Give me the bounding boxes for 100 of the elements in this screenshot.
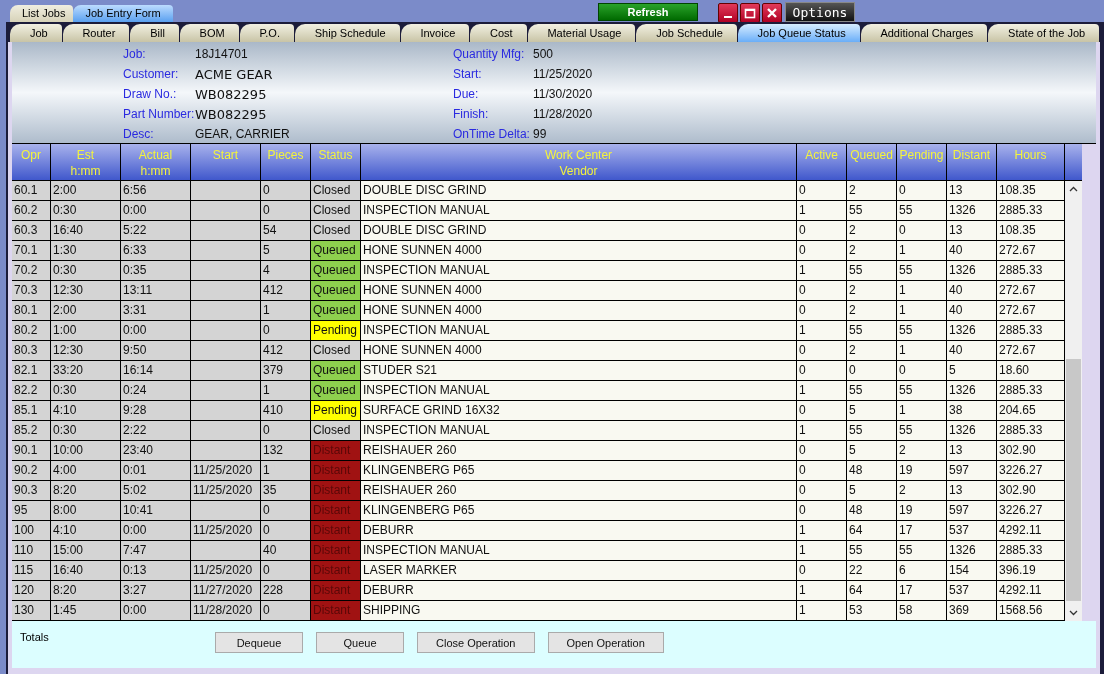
tab[interactable]: Job Queue Status <box>737 24 860 42</box>
table-cell: 4:00 <box>51 461 121 481</box>
table-cell: HONE SUNNEN 4000 <box>361 241 797 261</box>
table-cell: 0 <box>797 281 847 301</box>
table-cell: 6:33 <box>121 241 191 261</box>
action-button[interactable]: Queue <box>316 632 404 653</box>
column-header: Distant <box>947 144 997 181</box>
tab[interactable]: Cost <box>470 24 527 42</box>
status-cell: Distant <box>311 581 361 601</box>
table-cell: 4:10 <box>51 521 121 541</box>
tab[interactable]: Ship Schedule <box>294 24 400 42</box>
table-cell: 1 <box>797 601 847 621</box>
status-cell: Pending <box>311 401 361 421</box>
table-cell: 1 <box>897 341 947 361</box>
tab[interactable]: State of the Job <box>988 24 1100 42</box>
tab[interactable]: Material Usage <box>527 24 636 42</box>
column-header: Start <box>191 144 261 181</box>
table-cell: 302.90 <box>997 441 1065 461</box>
table-cell: 0 <box>797 441 847 461</box>
table-cell: 5:22 <box>121 221 191 241</box>
scrollbar-thumb[interactable] <box>1066 359 1081 601</box>
tab[interactable]: Invoice <box>400 24 470 42</box>
table-cell: 95 <box>12 501 51 521</box>
tab[interactable]: Job Schedule <box>636 24 737 42</box>
field-value: ACME GEAR <box>195 66 274 82</box>
table-cell: 55 <box>897 201 947 221</box>
tab[interactable]: BOM <box>179 24 239 42</box>
close-icon <box>766 6 778 19</box>
table-cell: 0:24 <box>121 381 191 401</box>
table-cell: 64 <box>847 581 897 601</box>
table-cell: 379 <box>261 361 311 381</box>
field-label: Customer: <box>123 67 180 81</box>
table-cell: 9:28 <box>121 401 191 421</box>
table-cell: DEBURR <box>361 521 797 541</box>
options-button[interactable]: Options <box>785 2 855 22</box>
table-cell: SURFACE GRIND 16X32 <box>361 401 797 421</box>
table-cell: 1326 <box>947 321 997 341</box>
status-cell: Distant <box>311 441 361 461</box>
action-button[interactable]: Close Operation <box>417 632 535 653</box>
status-cell: Distant <box>311 601 361 621</box>
table-cell: 55 <box>897 381 947 401</box>
table-cell: 5 <box>847 481 897 501</box>
table-cell: 120 <box>12 581 51 601</box>
table-cell: 0 <box>261 501 311 521</box>
table-cell: 10:00 <box>51 441 121 461</box>
scrollbar[interactable] <box>1065 181 1082 621</box>
table-cell <box>191 381 261 401</box>
top-tab[interactable]: List Jobs <box>10 5 74 22</box>
table-cell: 0 <box>261 321 311 341</box>
table-cell: 8:00 <box>51 501 121 521</box>
minimize-icon <box>724 16 732 18</box>
table-cell: 5:02 <box>121 481 191 501</box>
refresh-button[interactable]: Refresh <box>598 3 698 21</box>
table-cell: 5 <box>947 361 997 381</box>
tab[interactable]: Bill <box>130 24 179 42</box>
table-cell: 0 <box>797 181 847 201</box>
table-cell: KLINGENBERG P65 <box>361 501 797 521</box>
table-cell: 18.60 <box>997 361 1065 381</box>
table-cell: 40 <box>947 281 997 301</box>
table-cell: 19 <box>897 461 947 481</box>
table-cell: 48 <box>847 501 897 521</box>
table-cell: INSPECTION MANUAL <box>361 381 797 401</box>
table-cell: 1 <box>797 581 847 601</box>
action-button[interactable]: Dequeue <box>215 632 303 653</box>
table-cell: 0 <box>797 401 847 421</box>
table-cell: 0 <box>797 501 847 521</box>
chevron-down-icon[interactable] <box>1069 610 1078 616</box>
table-cell: 1 <box>897 301 947 321</box>
tab[interactable]: Job <box>10 24 62 42</box>
table-cell: 0:00 <box>121 601 191 621</box>
table-cell: INSPECTION MANUAL <box>361 541 797 561</box>
table-cell: 154 <box>947 561 997 581</box>
table-cell: 0 <box>897 361 947 381</box>
table-cell: HONE SUNNEN 4000 <box>361 301 797 321</box>
close-button[interactable] <box>762 2 782 23</box>
table-cell: 2885.33 <box>997 201 1065 221</box>
table-cell: 2 <box>847 281 897 301</box>
column-header: Queued <box>847 144 897 181</box>
table-cell: 48 <box>847 461 897 481</box>
action-button[interactable]: Open Operation <box>547 632 664 653</box>
table-cell: 1 <box>797 421 847 441</box>
tab[interactable]: Additional Charges <box>860 24 988 42</box>
table-cell: 110 <box>12 541 51 561</box>
table-cell: 12:30 <box>51 341 121 361</box>
table-cell: 55 <box>847 321 897 341</box>
top-tab[interactable]: Job Entry Form <box>73 5 173 22</box>
tab[interactable]: Router <box>62 24 130 42</box>
field-value: 18J14701 <box>195 47 249 61</box>
chevron-up-icon[interactable] <box>1069 186 1078 192</box>
maximize-button[interactable] <box>740 2 760 23</box>
table-cell: 597 <box>947 501 997 521</box>
tab[interactable]: P.O. <box>239 24 294 42</box>
table-cell: 11/25/2020 <box>191 521 261 541</box>
table-cell: 80.3 <box>12 341 51 361</box>
table-cell: 1 <box>897 241 947 261</box>
table-cell: 2885.33 <box>997 421 1065 441</box>
totals-label: Totals <box>20 631 50 643</box>
table-cell: 17 <box>897 521 947 541</box>
table-cell: 1 <box>261 301 311 321</box>
minimize-button[interactable] <box>718 2 738 23</box>
